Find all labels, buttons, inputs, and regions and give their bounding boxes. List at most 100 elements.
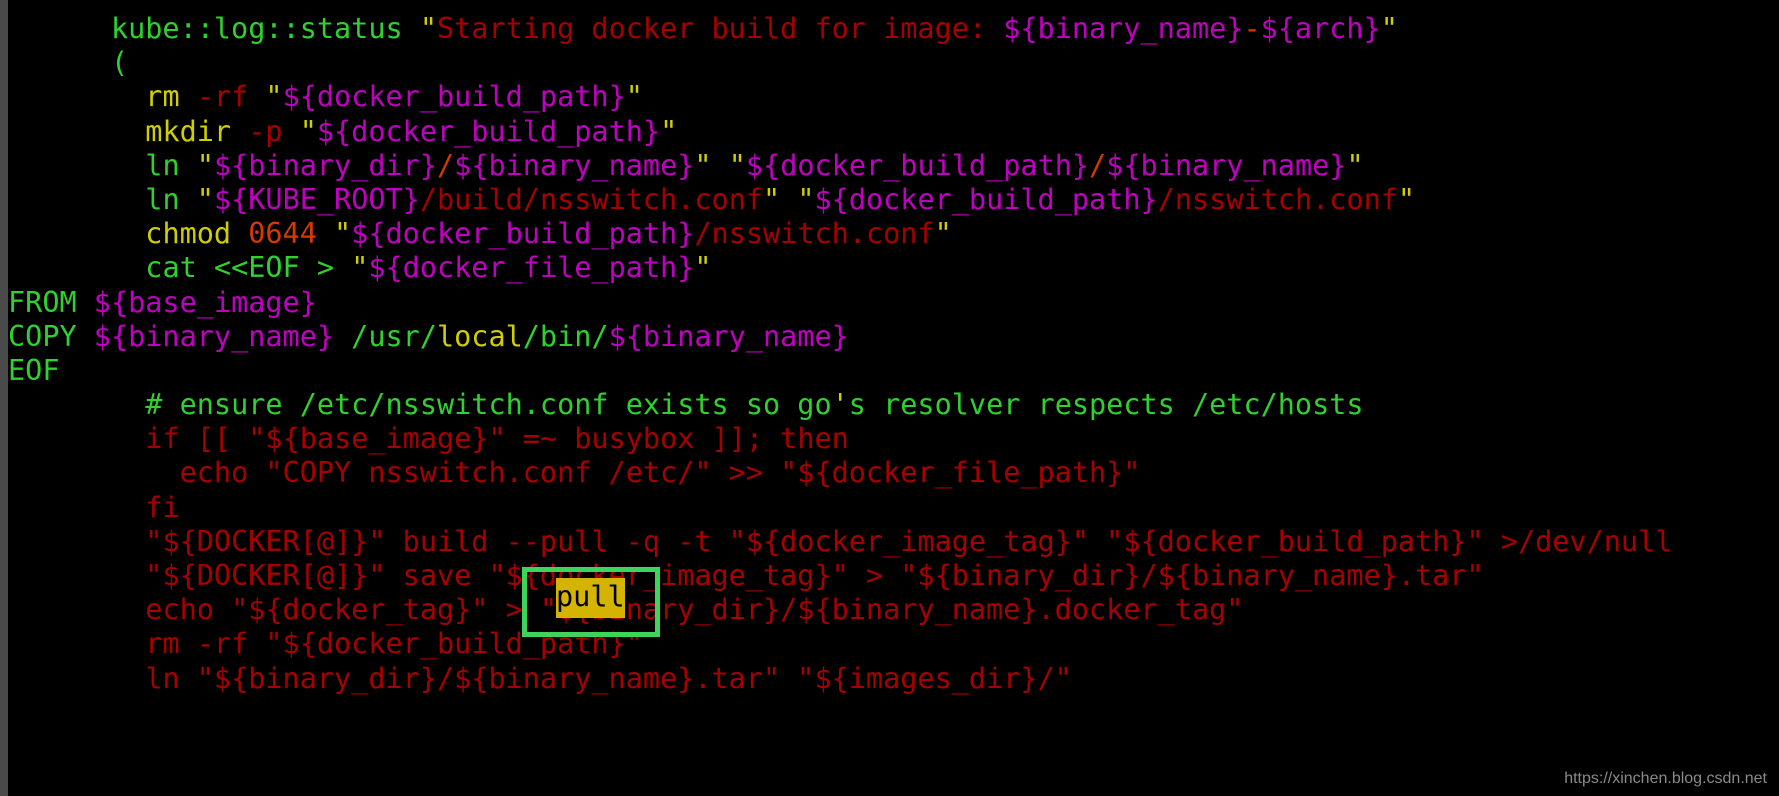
code-line: COPY ${binary_name} /usr/local/bin/${bin…	[8, 320, 1779, 354]
code-token: cat <<EOF >	[145, 251, 352, 285]
code-token: "	[1380, 12, 1398, 45]
highlighted-word-pull-label: pull	[556, 580, 625, 613]
code-token: "	[334, 217, 352, 251]
code-token: "	[196, 182, 214, 216]
code-token: rm -rf "${docker_build_path}"	[145, 627, 643, 661]
code-token: kube::log::status	[110, 12, 420, 45]
code-token: mkdir	[145, 114, 249, 148]
code-line: "${DOCKER[@]}" build --pull -q -t "${doc…	[8, 525, 1779, 559]
code-token: /build/nsswitch.conf	[419, 182, 764, 216]
code-token: fi	[145, 490, 180, 524]
code-line: "${DOCKER[@]}" save "${docker_image_tag}…	[8, 559, 1779, 593]
code-line: ln "${KUBE_ROOT}/build/nsswitch.conf" "$…	[8, 183, 1779, 217]
code-token: "	[694, 251, 712, 285]
code-token: "	[265, 80, 283, 114]
code-token: "${DOCKER[@]}" build --pull -q -t "${doc…	[145, 524, 1673, 558]
code-token: ${binary_name}	[454, 148, 695, 182]
code-token: ${docker_file_path}	[368, 251, 695, 285]
code-token: "	[1346, 148, 1364, 182]
code-token: ${KUBE_ROOT}	[213, 182, 420, 216]
code-token: /bin/	[522, 319, 609, 353]
code-token: "	[299, 114, 317, 148]
code-token: ${docker_build_path}	[282, 80, 626, 114]
code-block: kube::log::status "Starting docker build…	[8, 12, 1779, 696]
code-token: rm	[145, 80, 197, 114]
code-token: echo "${docker_tag}" > "${binary_dir}/${…	[145, 593, 1244, 627]
code-line: (	[8, 46, 1779, 80]
code-token: ${base_image}	[93, 285, 317, 319]
code-token: "	[934, 217, 952, 251]
code-line: ln "${binary_dir}/${binary_name}" "${doc…	[8, 149, 1779, 183]
code-token: "	[351, 251, 369, 285]
code-line: rm -rf "${docker_build_path}"	[8, 80, 1779, 114]
code-line: chmod 0644 "${docker_build_path}/nsswitc…	[8, 217, 1779, 251]
code-token: EOF	[8, 353, 60, 387]
code-line: ln "${binary_dir}/${binary_name}.tar" "$…	[8, 662, 1779, 696]
code-token: '	[831, 388, 849, 422]
terminal-left-gutter	[0, 0, 8, 796]
code-token: "	[488, 422, 506, 456]
code-token: /usr/	[334, 319, 437, 353]
code-line: cat <<EOF > "${docker_file_path}"	[8, 251, 1779, 285]
code-token: ln	[145, 182, 197, 216]
code-token: ${binary_name}	[1106, 148, 1347, 182]
code-token: "	[625, 80, 643, 114]
code-token: "	[660, 114, 678, 148]
highlighted-word-pull: pull	[556, 578, 625, 618]
code-line: if [[ "${base_image}" =~ busybox ]]; the…	[8, 422, 1779, 456]
code-token: "	[419, 12, 437, 45]
code-token: ${docker_build_path}	[316, 114, 661, 148]
code-token: /nsswitch.conf	[1157, 182, 1398, 216]
code-token: COPY	[8, 319, 94, 353]
code-token: 0644	[248, 217, 335, 251]
code-line: # ensure /etc/nsswitch.conf exists so go…	[8, 388, 1779, 422]
code-token: ${binary_name}	[1003, 12, 1244, 45]
code-token: ln	[145, 148, 197, 182]
code-token: ${base_image}	[265, 422, 489, 456]
terminal-screenshot: kube::log::status "Starting docker build…	[0, 0, 1779, 796]
code-token: " "	[763, 182, 815, 216]
code-token: /nsswitch.conf	[694, 217, 935, 251]
code-token: (	[110, 46, 129, 80]
code-token: "	[1397, 182, 1416, 216]
code-token: # ensure /etc/nsswitch.conf exists so go	[145, 388, 832, 422]
code-token: chmod	[145, 217, 249, 251]
code-line: rm -rf "${docker_build_path}"	[8, 627, 1779, 661]
watermark-url: https://xinchen.blog.csdn.net	[1564, 770, 1767, 787]
code-line: kube::log::status "Starting docker build…	[8, 12, 1779, 46]
code-token: ${docker_build_path}	[351, 217, 695, 251]
code-token: echo "COPY nsswitch.conf /etc/" >> "${do…	[179, 456, 1141, 490]
code-token: ${binary_name}	[93, 319, 335, 353]
code-line: fi	[8, 491, 1779, 525]
code-token: Starting docker build for image:	[436, 12, 1004, 45]
code-token: ${docker_build_path}	[745, 148, 1090, 182]
code-token: ${docker_build_path}	[814, 182, 1158, 216]
code-token: "	[248, 422, 266, 456]
code-token: ${binary_name}	[608, 319, 849, 353]
code-token: s resolver respects /etc/hosts	[848, 388, 1364, 422]
code-token: FROM	[8, 285, 94, 319]
code-token: if [[	[145, 422, 249, 456]
code-line: mkdir -p "${docker_build_path}"	[8, 115, 1779, 149]
code-token: "${DOCKER[@]}" save "${docker_image_tag}…	[145, 559, 1484, 592]
code-token: -rf	[196, 80, 266, 114]
code-token: " "	[694, 148, 746, 182]
code-token: -p	[248, 114, 300, 148]
code-token: /	[1089, 148, 1107, 182]
code-line: EOF	[8, 354, 1779, 388]
